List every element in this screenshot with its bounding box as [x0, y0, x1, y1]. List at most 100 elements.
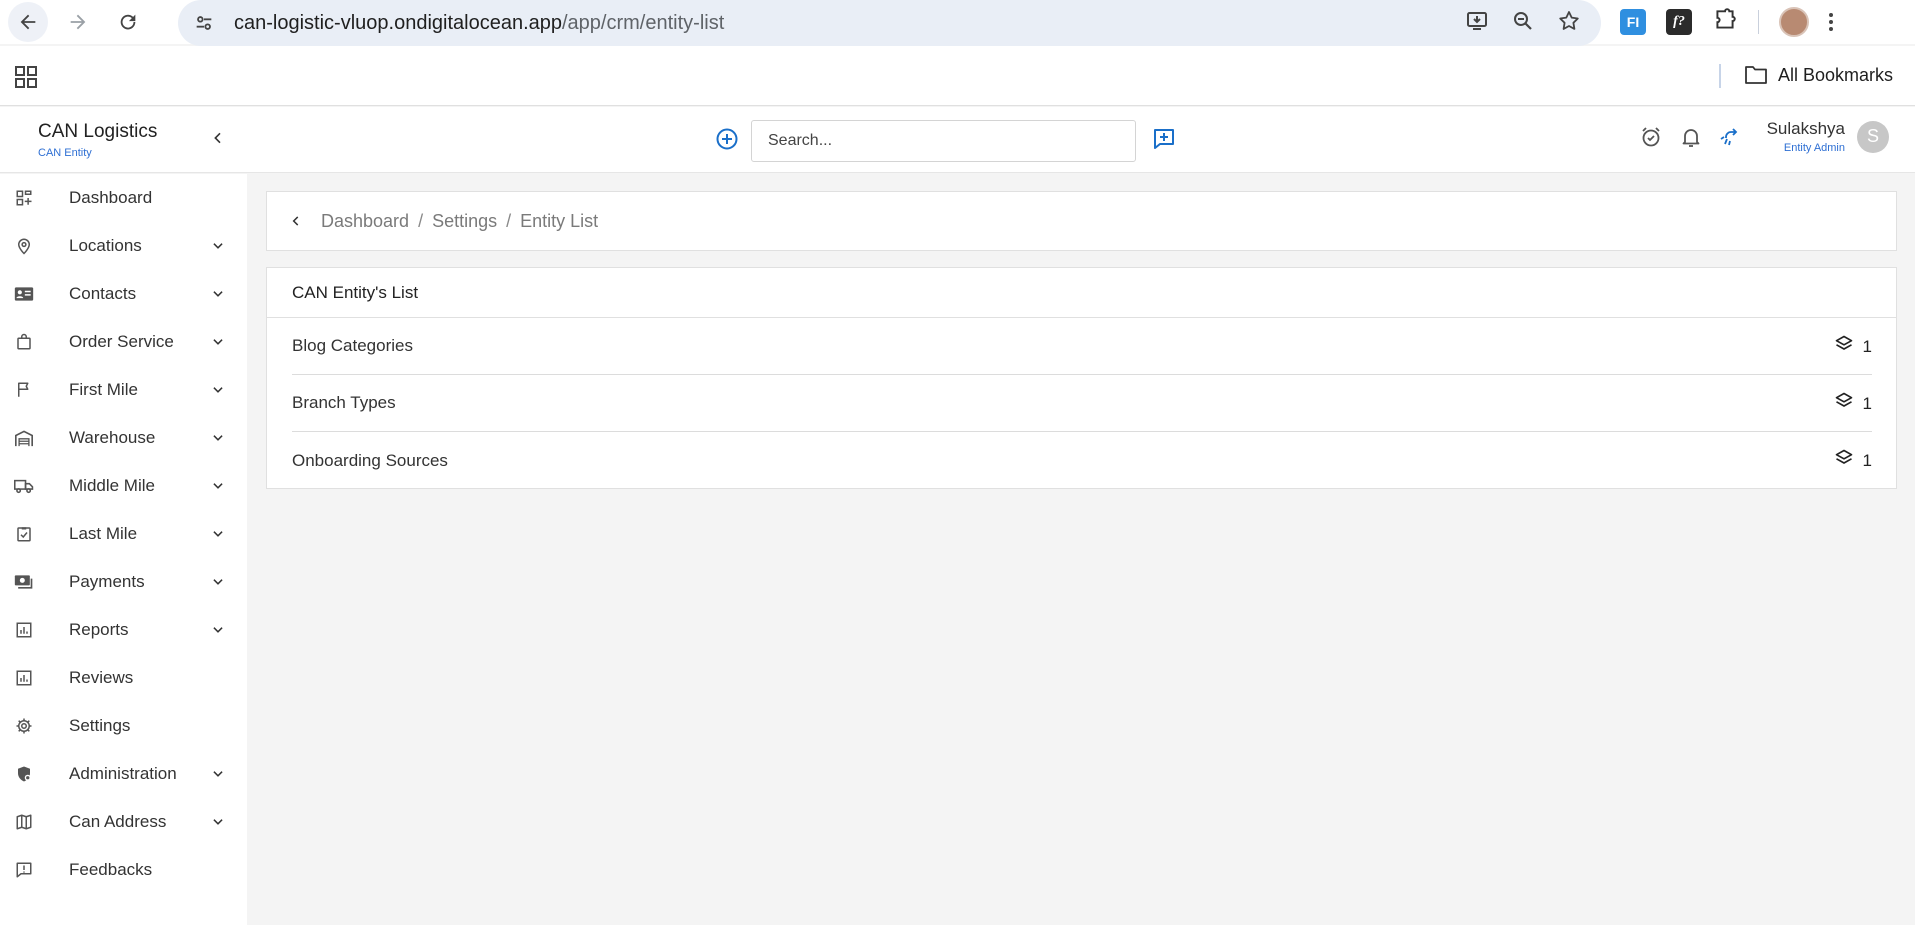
chevron-down-icon[interactable]: [211, 287, 225, 306]
chevron-down-icon[interactable]: [211, 815, 225, 834]
chevron-down-icon[interactable]: [211, 383, 225, 402]
payments-icon: [14, 572, 34, 592]
sidebar-item-middle-mile[interactable]: Middle Mile: [0, 462, 247, 510]
sidebar-item-label: Contacts: [69, 284, 137, 303]
all-bookmarks-button[interactable]: All Bookmarks: [1744, 64, 1893, 86]
chevron-down-icon[interactable]: [211, 623, 225, 642]
back-button[interactable]: [8, 2, 48, 42]
gear-icon: [14, 716, 34, 736]
sidebar-item-first-mile[interactable]: First Mile: [0, 366, 247, 414]
sidebar-item-administration[interactable]: Administration: [0, 750, 247, 798]
browser-menu-icon[interactable]: [1829, 13, 1833, 31]
sidebar-item-label: Can Address: [69, 812, 167, 831]
site-info-icon[interactable]: [184, 3, 224, 43]
address-bar[interactable]: can-logistic-vluop.ondigitalocean.app/ap…: [178, 0, 1601, 46]
sidebar-item-feedbacks[interactable]: Feedbacks: [0, 846, 247, 894]
sidebar-item-label: Locations: [69, 236, 142, 255]
breadcrumb-entity-list: Entity List: [520, 210, 599, 231]
sidebar-item-label: Reviews: [69, 668, 134, 687]
apps-grid-icon[interactable]: [14, 65, 38, 94]
list-item[interactable]: Onboarding Sources 1: [292, 432, 1872, 489]
sidebar-item-order-service[interactable]: Order Service: [0, 318, 247, 366]
chevron-down-icon[interactable]: [211, 335, 225, 354]
list-item-count: 1: [1834, 375, 1872, 432]
chevron-down-icon[interactable]: [211, 239, 225, 258]
search-input[interactable]: [751, 120, 1136, 162]
zoom-icon[interactable]: [1511, 9, 1535, 38]
sidebar-item-reports[interactable]: Reports: [0, 606, 247, 654]
sidebar-collapse-chevron-icon[interactable]: [210, 130, 226, 151]
list-item[interactable]: Branch Types 1: [292, 375, 1872, 432]
url-text: can-logistic-vluop.ondigitalocean.app/ap…: [234, 12, 724, 35]
brand-subtitle: CAN Entity: [38, 147, 92, 159]
reload-button[interactable]: [108, 2, 148, 42]
sidebar-item-dashboard[interactable]: Dashboard: [0, 174, 247, 222]
sidebar-item-contacts[interactable]: Contacts: [0, 270, 247, 318]
sidebar-item-payments[interactable]: Payments: [0, 558, 247, 606]
bar-chart-icon: [14, 668, 34, 688]
list-item-label: Onboarding Sources: [292, 450, 448, 470]
header-search-group: [715, 120, 1176, 162]
add-circle-icon[interactable]: [715, 127, 739, 156]
sidebar-item-locations[interactable]: Locations: [0, 222, 247, 270]
sidebar-item-last-mile[interactable]: Last Mile: [0, 510, 247, 558]
dashboard-icon: [14, 188, 34, 208]
brand[interactable]: CAN Logistics CAN Entity: [38, 121, 157, 159]
flag-icon: [14, 380, 34, 400]
browser-toolbar: can-logistic-vluop.ondigitalocean.app/ap…: [0, 0, 1915, 46]
layers-icon: [1834, 448, 1854, 473]
forward-button[interactable]: [58, 2, 98, 42]
add-comment-icon[interactable]: [1152, 127, 1176, 156]
chevron-down-icon[interactable]: [211, 767, 225, 786]
sidebar-item-can-address[interactable]: Can Address: [0, 798, 247, 846]
profile-avatar[interactable]: [1779, 7, 1809, 37]
sidebar-item-label: Warehouse: [69, 428, 156, 447]
chevron-down-icon[interactable]: [211, 575, 225, 594]
sidebar-item-label: Last Mile: [69, 524, 138, 543]
extension-fi-icon[interactable]: FI: [1620, 9, 1646, 35]
bar-chart-icon: [14, 620, 34, 640]
header-right: Sulakshya Entity Admin S: [1623, 119, 1889, 154]
back-chevron-icon[interactable]: [289, 214, 303, 228]
feedback-icon: [14, 860, 34, 880]
shield-icon: [14, 764, 34, 784]
quick-link-icon[interactable]: [1719, 125, 1743, 149]
map-icon: [14, 812, 34, 832]
count-value: 1: [1862, 393, 1872, 413]
sidebar-item-settings[interactable]: Settings: [0, 702, 247, 750]
sidebar-item-warehouse[interactable]: Warehouse: [0, 414, 247, 462]
chevron-down-icon[interactable]: [211, 527, 225, 546]
layers-icon: [1834, 334, 1854, 359]
truck-icon: [14, 476, 34, 496]
user-name: Sulakshya: [1766, 119, 1845, 138]
sidebar-item-reviews[interactable]: Reviews: [0, 654, 247, 702]
alarm-clock-icon[interactable]: [1639, 125, 1663, 149]
user-info[interactable]: Sulakshya Entity Admin: [1767, 119, 1845, 154]
chevron-down-icon[interactable]: [211, 479, 225, 498]
reload-icon: [120, 14, 136, 30]
chevron-down-icon[interactable]: [211, 431, 225, 450]
url-path: /app/crm/entity-list: [562, 11, 725, 34]
avatar[interactable]: S: [1857, 120, 1889, 153]
arrow-left-icon: [20, 14, 36, 30]
extension-formula-icon[interactable]: f?: [1666, 9, 1692, 35]
count-value: 1: [1862, 336, 1872, 356]
list-item-label: Branch Types: [292, 393, 396, 412]
folder-icon: [1745, 66, 1767, 84]
sidebar-item-label: Reports: [69, 620, 129, 639]
sidebar-item-label: Middle Mile: [69, 476, 155, 495]
breadcrumb-settings[interactable]: Settings: [432, 211, 497, 232]
breadcrumb-dashboard[interactable]: Dashboard: [321, 211, 409, 232]
warehouse-icon: [14, 428, 34, 448]
brand-name: CAN Logistics: [38, 121, 158, 142]
shopping-bag-icon: [14, 332, 34, 352]
sidebar-item-label: First Mile: [69, 380, 138, 399]
bookmark-star-icon[interactable]: [1557, 9, 1581, 38]
extensions-puzzle-icon[interactable]: [1712, 7, 1738, 38]
list-item-count: 1: [1834, 318, 1872, 375]
list-item[interactable]: Blog Categories 1: [292, 318, 1872, 375]
count-value: 1: [1862, 450, 1872, 470]
install-app-icon[interactable]: [1465, 9, 1489, 38]
bell-icon[interactable]: [1679, 125, 1703, 149]
all-bookmarks-label: All Bookmarks: [1778, 64, 1894, 85]
